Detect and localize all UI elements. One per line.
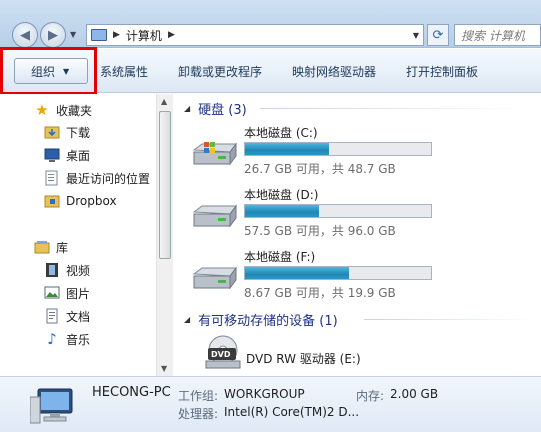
processor-value: Intel(R) Core(TM)2 D... [224,405,360,419]
content-pane: ◢ 硬盘 (3) 本地磁盘 (C:) 26.7 GB 可用，共 48.7 GB … [174,94,541,376]
nav-libraries[interactable]: 库 [34,237,68,257]
memory-value: 2.00 GB [390,387,439,401]
computer-name: HECONG-PC [92,385,171,400]
scrollbar-thumb[interactable] [159,111,171,259]
back-button[interactable]: ◀ [12,22,38,48]
drive-usage-bar [244,142,432,156]
search-placeholder: 搜索 计算机 [461,28,525,43]
group-header-removable[interactable]: ◢ 有可移动存储的设备 (1) [184,310,338,329]
drive-usage-fill [245,205,320,217]
nav-item-downloads[interactable]: 下载 [44,122,90,142]
system-drive-icon [192,142,237,166]
forward-button[interactable]: ▶ [40,22,66,48]
drive-usage-fill [245,143,329,155]
nav-item-label: 图片 [66,286,91,301]
dvd-drive-icon: DVD [205,335,241,369]
scroll-down-icon[interactable]: ▼ [161,364,167,373]
nav-item-dropbox[interactable]: Dropbox [44,191,117,211]
dvd-badge-text: DVD [211,350,231,359]
system-properties-button[interactable]: 系统属性 [100,63,148,80]
drive-usage-bar [244,204,432,218]
dropbox-folder-icon [44,193,60,209]
library-icon [34,239,50,255]
drive-name: 本地磁盘 (D:) [244,188,319,202]
drive-space-info: 8.67 GB 可用，共 19.9 GB [244,286,396,300]
computer-icon [91,29,107,41]
nav-favorites-label: 收藏夹 [56,103,93,118]
nav-item-pictures[interactable]: 图片 [44,283,90,303]
drive-item[interactable]: 本地磁盘 (C:) 26.7 GB 可用，共 48.7 GB [190,124,535,180]
nav-item-music[interactable]: ♪ 音乐 [44,329,90,349]
group-divider [364,319,534,320]
hard-drive-icon [192,204,237,228]
refresh-button[interactable]: ⟳ [427,24,449,46]
recent-pages-dropdown-icon[interactable]: ▼ [70,30,76,39]
drive-space-info: 57.5 GB 可用，共 96.0 GB [244,224,396,238]
nav-item-label: Dropbox [66,194,117,208]
download-folder-icon [44,124,60,140]
forward-arrow-icon: ▶ [48,27,58,43]
annotation-highlight-box [0,47,97,95]
computer-icon [30,388,73,424]
drive-name: 本地磁盘 (C:) [244,126,318,140]
nav-item-label: 桌面 [66,148,91,163]
drive-name: 本地磁盘 (F:) [244,250,316,264]
drive-space-info: 26.7 GB 可用，共 48.7 GB [244,162,396,176]
nav-item-label: 视频 [66,263,91,278]
address-bar-region: ◀ ▶ ▼ ▶ 计算机 ▶ ▼ ⟳ 搜索 计算机 [0,0,541,48]
nav-item-label: 文档 [66,309,91,324]
collapse-triangle-icon[interactable]: ◢ [184,104,190,113]
drive-item[interactable]: 本地磁盘 (D:) 57.5 GB 可用，共 96.0 GB [190,186,535,242]
processor-label: 处理器: [178,407,219,421]
group-header-hard-disks[interactable]: ◢ 硬盘 (3) [184,99,247,118]
nav-item-label: 音乐 [66,332,91,347]
workgroup-label: 工作组: [178,389,219,403]
group-divider [260,108,530,109]
nav-item-videos[interactable]: 视频 [44,260,90,280]
nav-item-label: 最近访问的位置 [66,171,151,186]
dvd-drive-name: DVD RW 驱动器 (E:) [246,352,361,366]
breadcrumb-computer[interactable]: 计算机 [126,27,162,44]
scroll-up-icon[interactable]: ▲ [161,97,167,106]
group-header-label: 硬盘 (3) [198,103,247,118]
open-control-panel-button[interactable]: 打开控制面板 [406,63,478,80]
nav-favorites[interactable]: ★ 收藏夹 [34,100,92,120]
workgroup-value: WORKGROUP [224,387,305,401]
nav-scrollbar[interactable]: ▲ ▼ [156,94,173,376]
address-box[interactable]: ▶ 计算机 ▶ ▼ [86,24,424,46]
refresh-icon: ⟳ [432,27,444,43]
desktop-icon [44,147,60,163]
picture-icon [44,285,60,301]
breadcrumb-separator-icon[interactable]: ▶ [113,30,120,40]
address-dropdown-icon[interactable]: ▼ [413,31,419,40]
details-pane: HECONG-PC 工作组: WORKGROUP 内存: 2.00 GB 处理器… [0,376,541,432]
recent-places-icon [44,170,60,186]
music-note-icon: ♪ [47,330,57,348]
search-input[interactable]: 搜索 计算机 [454,24,541,46]
drive-item[interactable]: 本地磁盘 (F:) 8.67 GB 可用，共 19.9 GB [190,248,535,304]
uninstall-program-button[interactable]: 卸载或更改程序 [178,63,262,80]
collapse-triangle-icon[interactable]: ◢ [184,315,190,324]
drive-usage-bar [244,266,432,280]
back-arrow-icon: ◀ [20,27,30,43]
group-header-label: 有可移动存储的设备 (1) [198,314,338,329]
drive-usage-fill [245,267,350,279]
navigation-pane: ★ 收藏夹 下载 桌面 最近访问的位置 Dropbox 库 视频 图片 文档 ♪… [0,94,156,376]
nav-item-recent-places[interactable]: 最近访问的位置 [44,168,150,188]
map-network-drive-button[interactable]: 映射网络驱动器 [292,63,376,80]
nav-libraries-label: 库 [56,240,69,255]
nav-item-label: 下载 [66,125,91,140]
video-icon [44,262,60,278]
document-icon [44,308,60,324]
nav-item-documents[interactable]: 文档 [44,306,90,326]
star-icon: ★ [35,101,49,119]
breadcrumb-separator-icon[interactable]: ▶ [168,30,175,40]
memory-label: 内存: [356,389,385,403]
hard-drive-icon [192,266,237,290]
nav-item-desktop[interactable]: 桌面 [44,145,90,165]
